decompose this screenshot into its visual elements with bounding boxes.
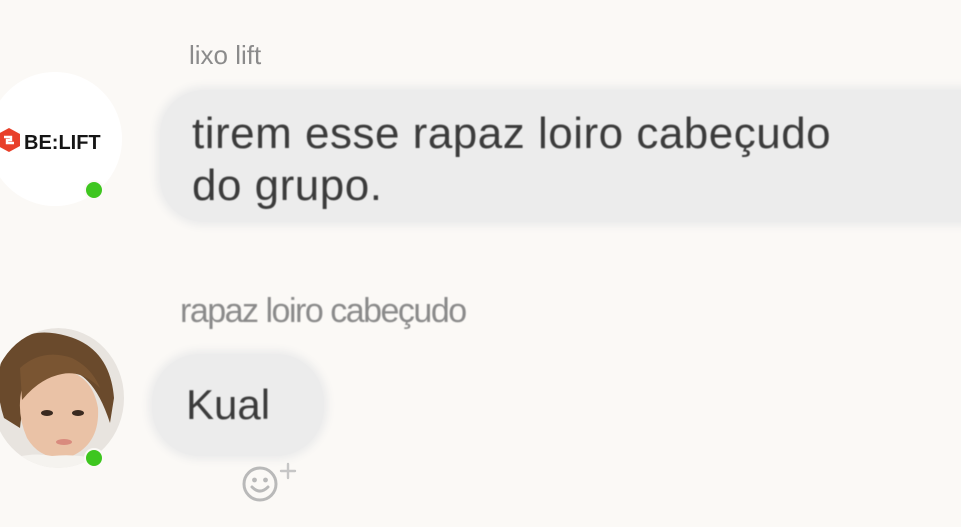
- message-text-line: tirem esse rapaz loiro cabeçudo: [192, 109, 832, 158]
- chat-thread: lixo lift BE:LIFT tirem esse rapaz loiro…: [0, 0, 961, 527]
- message-text-line: do grupo.: [192, 161, 383, 210]
- message-text: Kual: [186, 381, 271, 428]
- online-status-dot: [84, 448, 104, 468]
- online-status-dot: [84, 180, 104, 200]
- reaction-hint-fragment: [226, 512, 296, 522]
- sender-name: rapaz loiro cabeçudo: [180, 292, 467, 330]
- belift-logo: BE:LIFT: [0, 72, 122, 206]
- person-photo-icon: [0, 328, 124, 468]
- avatar[interactable]: BE:LIFT: [0, 72, 122, 206]
- message-bubble[interactable]: tirem esse rapaz loiro cabeçudo do grupo.: [160, 90, 961, 222]
- sender-name: lixo lift: [189, 40, 262, 70]
- add-reaction-button[interactable]: [238, 460, 302, 506]
- avatar[interactable]: [0, 328, 125, 468]
- message-text: tirem esse rapaz loiro cabeçudo do grupo.: [192, 108, 831, 212]
- avatar-logo-text: BE:LIFT: [24, 132, 101, 154]
- add-reaction-icon: [242, 462, 297, 502]
- message-bubble[interactable]: Kual: [152, 354, 324, 456]
